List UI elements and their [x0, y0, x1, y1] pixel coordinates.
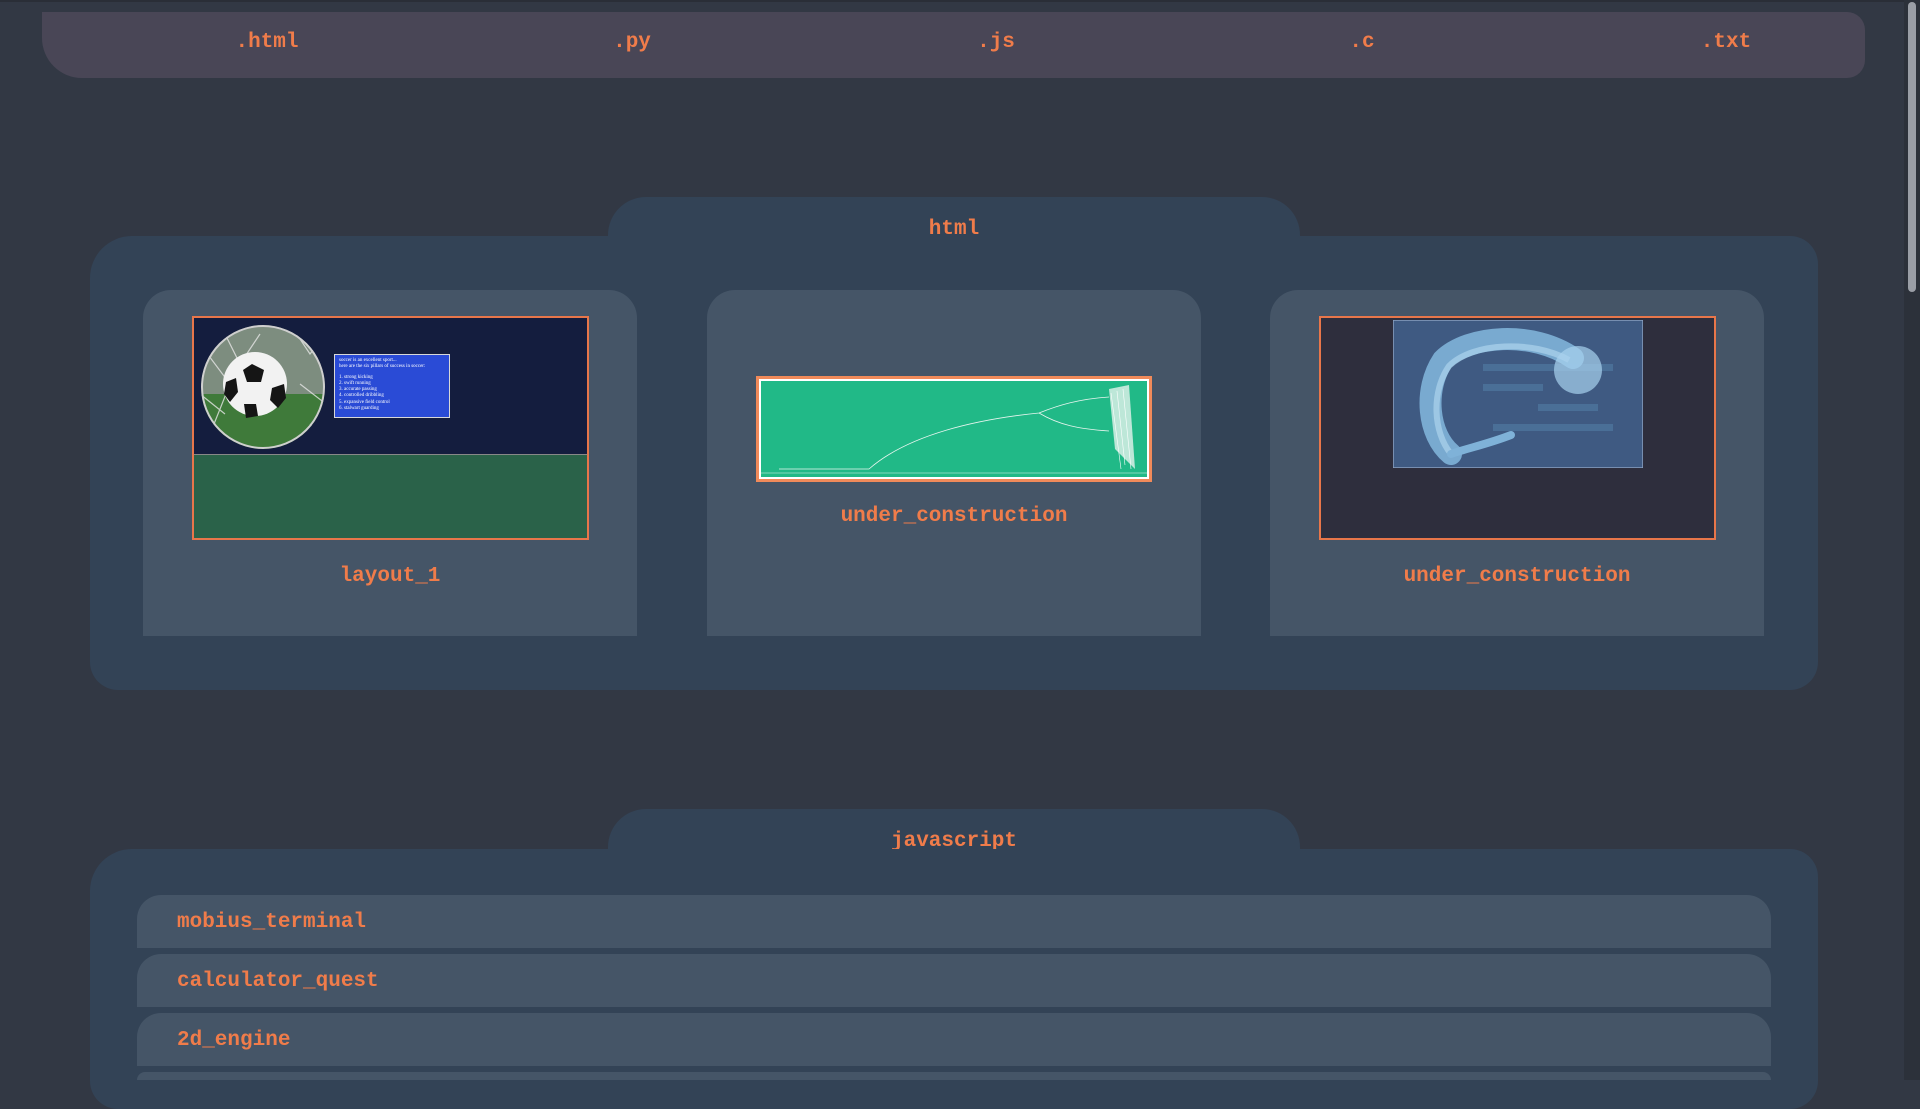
list-item-label: mobius_terminal — [177, 911, 367, 934]
thumbnail-item: 6. stalwart guarding — [339, 405, 379, 411]
list-item-label: calculator_quest — [177, 970, 379, 993]
card-label-under-construction-1[interactable]: under_construction — [707, 505, 1201, 528]
soccer-ball-icon — [201, 325, 325, 449]
project-card-layout-1: soccer is an excellent sport... here are… — [143, 290, 637, 636]
list-item-mobius-terminal[interactable]: mobius_terminal — [137, 895, 1771, 948]
vertical-scrollbar[interactable] — [1904, 0, 1920, 1080]
list-item-calculator-quest[interactable]: calculator_quest — [137, 954, 1771, 1007]
spiral-thumbnail[interactable] — [1319, 316, 1716, 540]
list-item-2d-engine[interactable]: 2d_engine — [137, 1013, 1771, 1066]
js-section-title: javascript — [890, 830, 1018, 853]
html-section-title: html — [928, 218, 980, 241]
nav-link-py[interactable]: .py — [532, 31, 732, 54]
bifurcation-diagram-image — [759, 379, 1149, 479]
project-card-under-construction-1: under_construction — [707, 290, 1201, 636]
bifurcation-thumbnail[interactable] — [756, 376, 1152, 482]
project-card-under-construction-2: under_construction — [1270, 290, 1764, 636]
window-top-strip — [0, 0, 1904, 2]
list-item-partial[interactable] — [137, 1072, 1771, 1080]
nav-link-c[interactable]: .c — [1262, 31, 1462, 54]
layout-1-thumbnail[interactable]: soccer is an excellent sport... here are… — [192, 316, 589, 540]
nav-link-txt[interactable]: .txt — [1626, 31, 1826, 54]
thumbnail-text-box: soccer is an excellent sport... here are… — [334, 354, 450, 418]
card-label-layout-1[interactable]: layout_1 — [143, 565, 637, 588]
spiral-render-image — [1393, 320, 1643, 468]
nav-link-js[interactable]: .js — [896, 31, 1096, 54]
nav-link-html[interactable]: .html — [167, 31, 367, 54]
file-type-nav: .html .py .js .c .txt — [42, 12, 1865, 78]
scrollbar-thumb[interactable] — [1908, 2, 1916, 292]
list-item-label: 2d_engine — [177, 1029, 291, 1052]
card-label-under-construction-2[interactable]: under_construction — [1270, 565, 1764, 588]
